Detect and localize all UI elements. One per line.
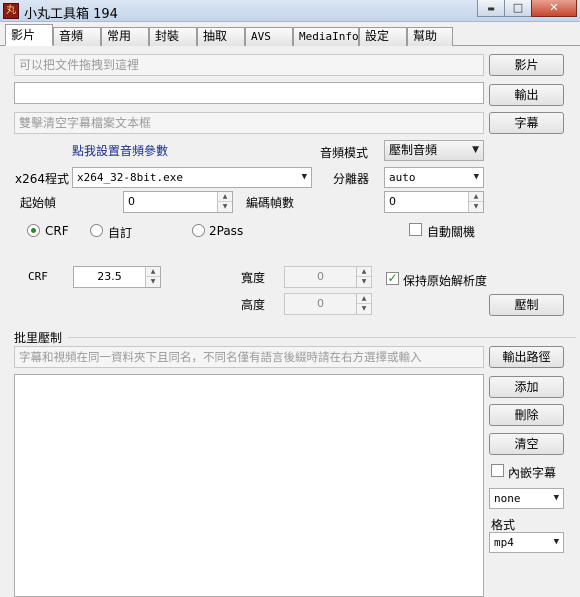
format-select[interactable]: mp4 ▼: [489, 532, 564, 553]
close-icon: ✕: [549, 1, 559, 14]
mode-2pass-label: 2Pass: [209, 224, 244, 238]
spin-down-icon[interactable]: ▼: [357, 304, 371, 314]
encode-button[interactable]: 壓制: [489, 294, 564, 316]
maximize-icon: □: [512, 1, 524, 14]
window-title: 小丸工具箱 194: [24, 7, 118, 22]
width-spinner[interactable]: 0 ▲ ▼: [284, 266, 372, 288]
width-label: 寬度: [241, 271, 266, 285]
encode-frames-value: 0: [389, 195, 396, 208]
audio-mode-label: 音頻模式: [320, 146, 369, 160]
encode-frames-spinner[interactable]: 0 ▲ ▼: [384, 191, 484, 213]
audio-mode-select[interactable]: 壓制音頻 ▼: [384, 140, 484, 161]
crf-label: CRF: [28, 270, 48, 283]
demuxer-select[interactable]: auto ▼: [384, 167, 484, 188]
output-button[interactable]: 輸出: [489, 84, 564, 106]
encode-frames-label: 編碼幀數: [246, 196, 295, 210]
output-file-input[interactable]: [14, 82, 484, 104]
video-file-input[interactable]: 可以把文件拖拽到這裡: [14, 54, 484, 76]
spin-down-icon[interactable]: ▼: [218, 202, 232, 212]
batch-section-title: 批里壓制: [14, 331, 63, 345]
demuxer-label: 分離器: [333, 172, 370, 186]
app-icon: 丸: [3, 3, 19, 19]
subtitle-lang-value: none: [494, 492, 521, 505]
chevron-down-icon: ▼: [301, 172, 307, 182]
tab-audio[interactable]: 音頻: [53, 27, 101, 46]
spin-up-icon[interactable]: ▲: [357, 267, 371, 277]
batch-hint-input[interactable]: 字幕和視頻在同一資料夾下且同名，不同名僅有語言後綴時請在右方選擇或輸入: [14, 346, 484, 368]
audio-params-link[interactable]: 點我設置音頻參數: [72, 142, 168, 159]
mode-2pass-radio[interactable]: [192, 224, 205, 237]
start-frame-value: 0: [128, 195, 135, 208]
tab-common[interactable]: 常用: [101, 27, 149, 46]
mode-crf-label: CRF: [45, 224, 69, 238]
height-value: 0: [317, 297, 324, 310]
tab-settings[interactable]: 設定: [359, 27, 407, 46]
maximize-button[interactable]: □: [504, 0, 532, 17]
tab-video[interactable]: 影片: [5, 24, 53, 46]
mode-custom-label: 自訂: [108, 226, 133, 240]
subtitle-lang-select[interactable]: none ▼: [489, 488, 564, 509]
tab-avs[interactable]: AVS: [245, 27, 293, 46]
start-frame-label: 起始幀: [20, 196, 57, 210]
add-button[interactable]: 添加: [489, 376, 564, 398]
title-bar[interactable]: 丸 小丸工具箱 194 ▬ □ ✕: [0, 0, 580, 22]
tab-extract[interactable]: 抽取: [197, 27, 245, 46]
close-button[interactable]: ✕: [531, 0, 577, 17]
batch-file-list[interactable]: [14, 374, 484, 597]
start-frame-spinner[interactable]: 0 ▲ ▼: [123, 191, 233, 213]
keep-resolution-label: 保持原始解析度: [403, 274, 488, 288]
height-spinner[interactable]: 0 ▲ ▼: [284, 293, 372, 315]
width-value: 0: [317, 270, 324, 283]
spin-up-icon[interactable]: ▲: [469, 192, 483, 202]
demuxer-value: auto: [389, 171, 416, 184]
minimize-button[interactable]: ▬: [477, 0, 505, 17]
tab-mux[interactable]: 封裝: [149, 27, 197, 46]
spin-up-icon[interactable]: ▲: [357, 294, 371, 304]
format-value: mp4: [494, 536, 514, 549]
audio-mode-value: 壓制音頻: [389, 143, 438, 157]
auto-shutdown-checkbox[interactable]: [409, 223, 422, 236]
minimize-icon: ▬: [487, 4, 495, 13]
x264-value: x264_32-8bit.exe: [77, 171, 183, 184]
height-label: 高度: [241, 298, 266, 312]
chevron-down-icon: ▼: [472, 145, 479, 155]
tab-help[interactable]: 幫助: [407, 27, 453, 46]
spin-down-icon[interactable]: ▼: [357, 277, 371, 287]
keep-resolution-checkbox[interactable]: ✓: [386, 272, 399, 285]
subtitle-file-input[interactable]: 雙擊清空字幕檔案文本框: [14, 112, 484, 134]
video-button[interactable]: 影片: [489, 54, 564, 76]
crf-value: 23.5: [97, 270, 122, 283]
crf-spinner[interactable]: 23.5 ▲ ▼: [73, 266, 161, 288]
spin-down-icon[interactable]: ▼: [469, 202, 483, 212]
checkmark-icon: ✓: [387, 271, 398, 285]
output-path-button[interactable]: 輸出路徑: [489, 346, 564, 368]
spin-up-icon[interactable]: ▲: [146, 267, 160, 277]
spin-up-icon[interactable]: ▲: [218, 192, 232, 202]
chevron-down-icon: ▼: [553, 537, 559, 547]
batch-group-line: [68, 337, 576, 338]
delete-button[interactable]: 刪除: [489, 404, 564, 426]
x264-label: x264程式: [15, 172, 70, 186]
subtitle-button[interactable]: 字幕: [489, 112, 564, 134]
tab-mediainfo[interactable]: MediaInfo: [293, 27, 359, 46]
auto-shutdown-label: 自動關機: [427, 225, 476, 239]
format-label: 格式: [491, 518, 516, 532]
chevron-down-icon: ▼: [473, 172, 479, 182]
embed-subtitle-label: 內嵌字幕: [508, 466, 557, 480]
embed-subtitle-checkbox[interactable]: [491, 464, 504, 477]
mode-custom-radio[interactable]: [90, 224, 103, 237]
clear-button[interactable]: 清空: [489, 433, 564, 455]
chevron-down-icon: ▼: [553, 493, 559, 503]
x264-select[interactable]: x264_32-8bit.exe ▼: [72, 167, 312, 188]
spin-down-icon[interactable]: ▼: [146, 277, 160, 287]
mode-crf-radio[interactable]: [27, 224, 40, 237]
